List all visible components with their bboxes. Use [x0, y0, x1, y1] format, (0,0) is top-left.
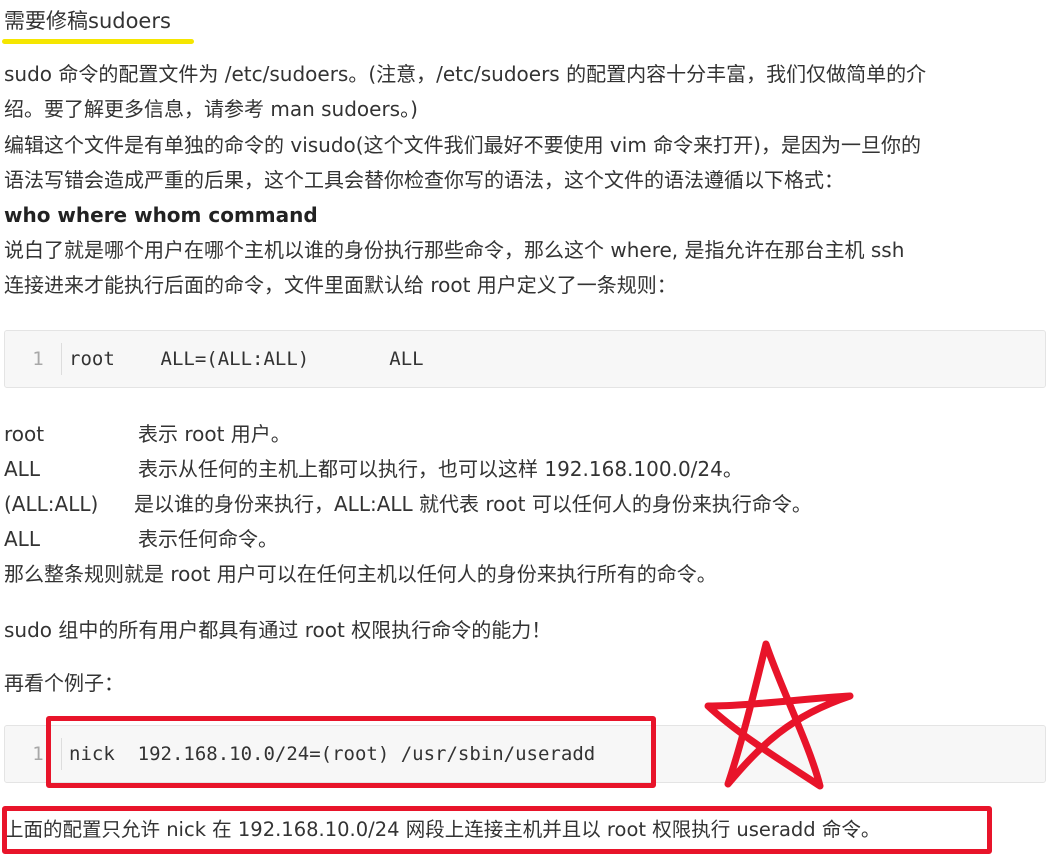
def-desc-all-all: 是以谁的身份来执行，ALL:ALL 就代表 root 可以任何人的身份来执行命令… [134, 492, 812, 516]
line-number-divider [61, 343, 62, 375]
line-number-divider [61, 738, 62, 770]
syntax-format: who where whom command [4, 203, 318, 227]
para1-line1: sudo 命令的配置文件为 /etc/sudoers。(注意，/etc/sudo… [4, 62, 927, 86]
summary-text: 那么整条规则就是 root 用户可以在任何主机以任何人的身份来执行所有的命令。 [4, 562, 717, 586]
para2-line1: 编辑这个文件是有单独的命令的 visudo(这个文件我们最好不要使用 vim 命… [4, 133, 921, 157]
code-block-default-rule: 1 root ALL=(ALL:ALL) ALL [4, 330, 1046, 388]
def-desc-all-command: 表示任何命令。 [138, 527, 278, 551]
final-explanation: 上面的配置只允许 nick 在 192.168.10.0/24 网段上连接主机并… [4, 818, 881, 841]
def-term-all-command: ALL [4, 527, 40, 551]
def-term-root: root [4, 422, 45, 446]
def-term-all-all: (ALL:ALL) [4, 492, 99, 516]
def-desc-all-host: 表示从任何的主机上都可以执行，也可以这样 192.168.100.0/24。 [138, 457, 743, 481]
para3-line2: 连接进来才能执行后面的命令，文件里面默认给 root 用户定义了一条规则： [4, 273, 677, 297]
code-line: root ALL=(ALL:ALL) ALL [69, 348, 424, 370]
line-number: 1 [32, 743, 44, 765]
code-line: nick 192.168.10.0/24=(root) /usr/sbin/us… [69, 743, 596, 765]
para2-line2: 语法写错会造成严重的后果，这个工具会替你检查你写的语法，这个文件的语法遵循以下格… [4, 168, 844, 192]
yellow-highlight-underline [2, 39, 194, 44]
def-term-all-host: ALL [4, 457, 40, 481]
red-star-annotation [704, 640, 854, 790]
example-intro: 再看个例子： [4, 671, 124, 695]
section-heading: 需要修稿sudoers [4, 9, 171, 33]
para3-line1: 说白了就是哪个用户在哪个主机以谁的身份执行那些命令，那么这个 where, 是指… [4, 238, 905, 262]
def-desc-root: 表示 root 用户。 [138, 422, 291, 446]
sudo-group-text: sudo 组中的所有用户都具有通过 root 权限执行命令的能力！ [4, 618, 552, 642]
line-number: 1 [32, 348, 44, 370]
para1-line2: 绍。要了解更多信息，请参考 man sudoers。) [4, 97, 418, 121]
code-block-example: 1 nick 192.168.10.0/24=(root) /usr/sbin/… [4, 725, 1046, 783]
